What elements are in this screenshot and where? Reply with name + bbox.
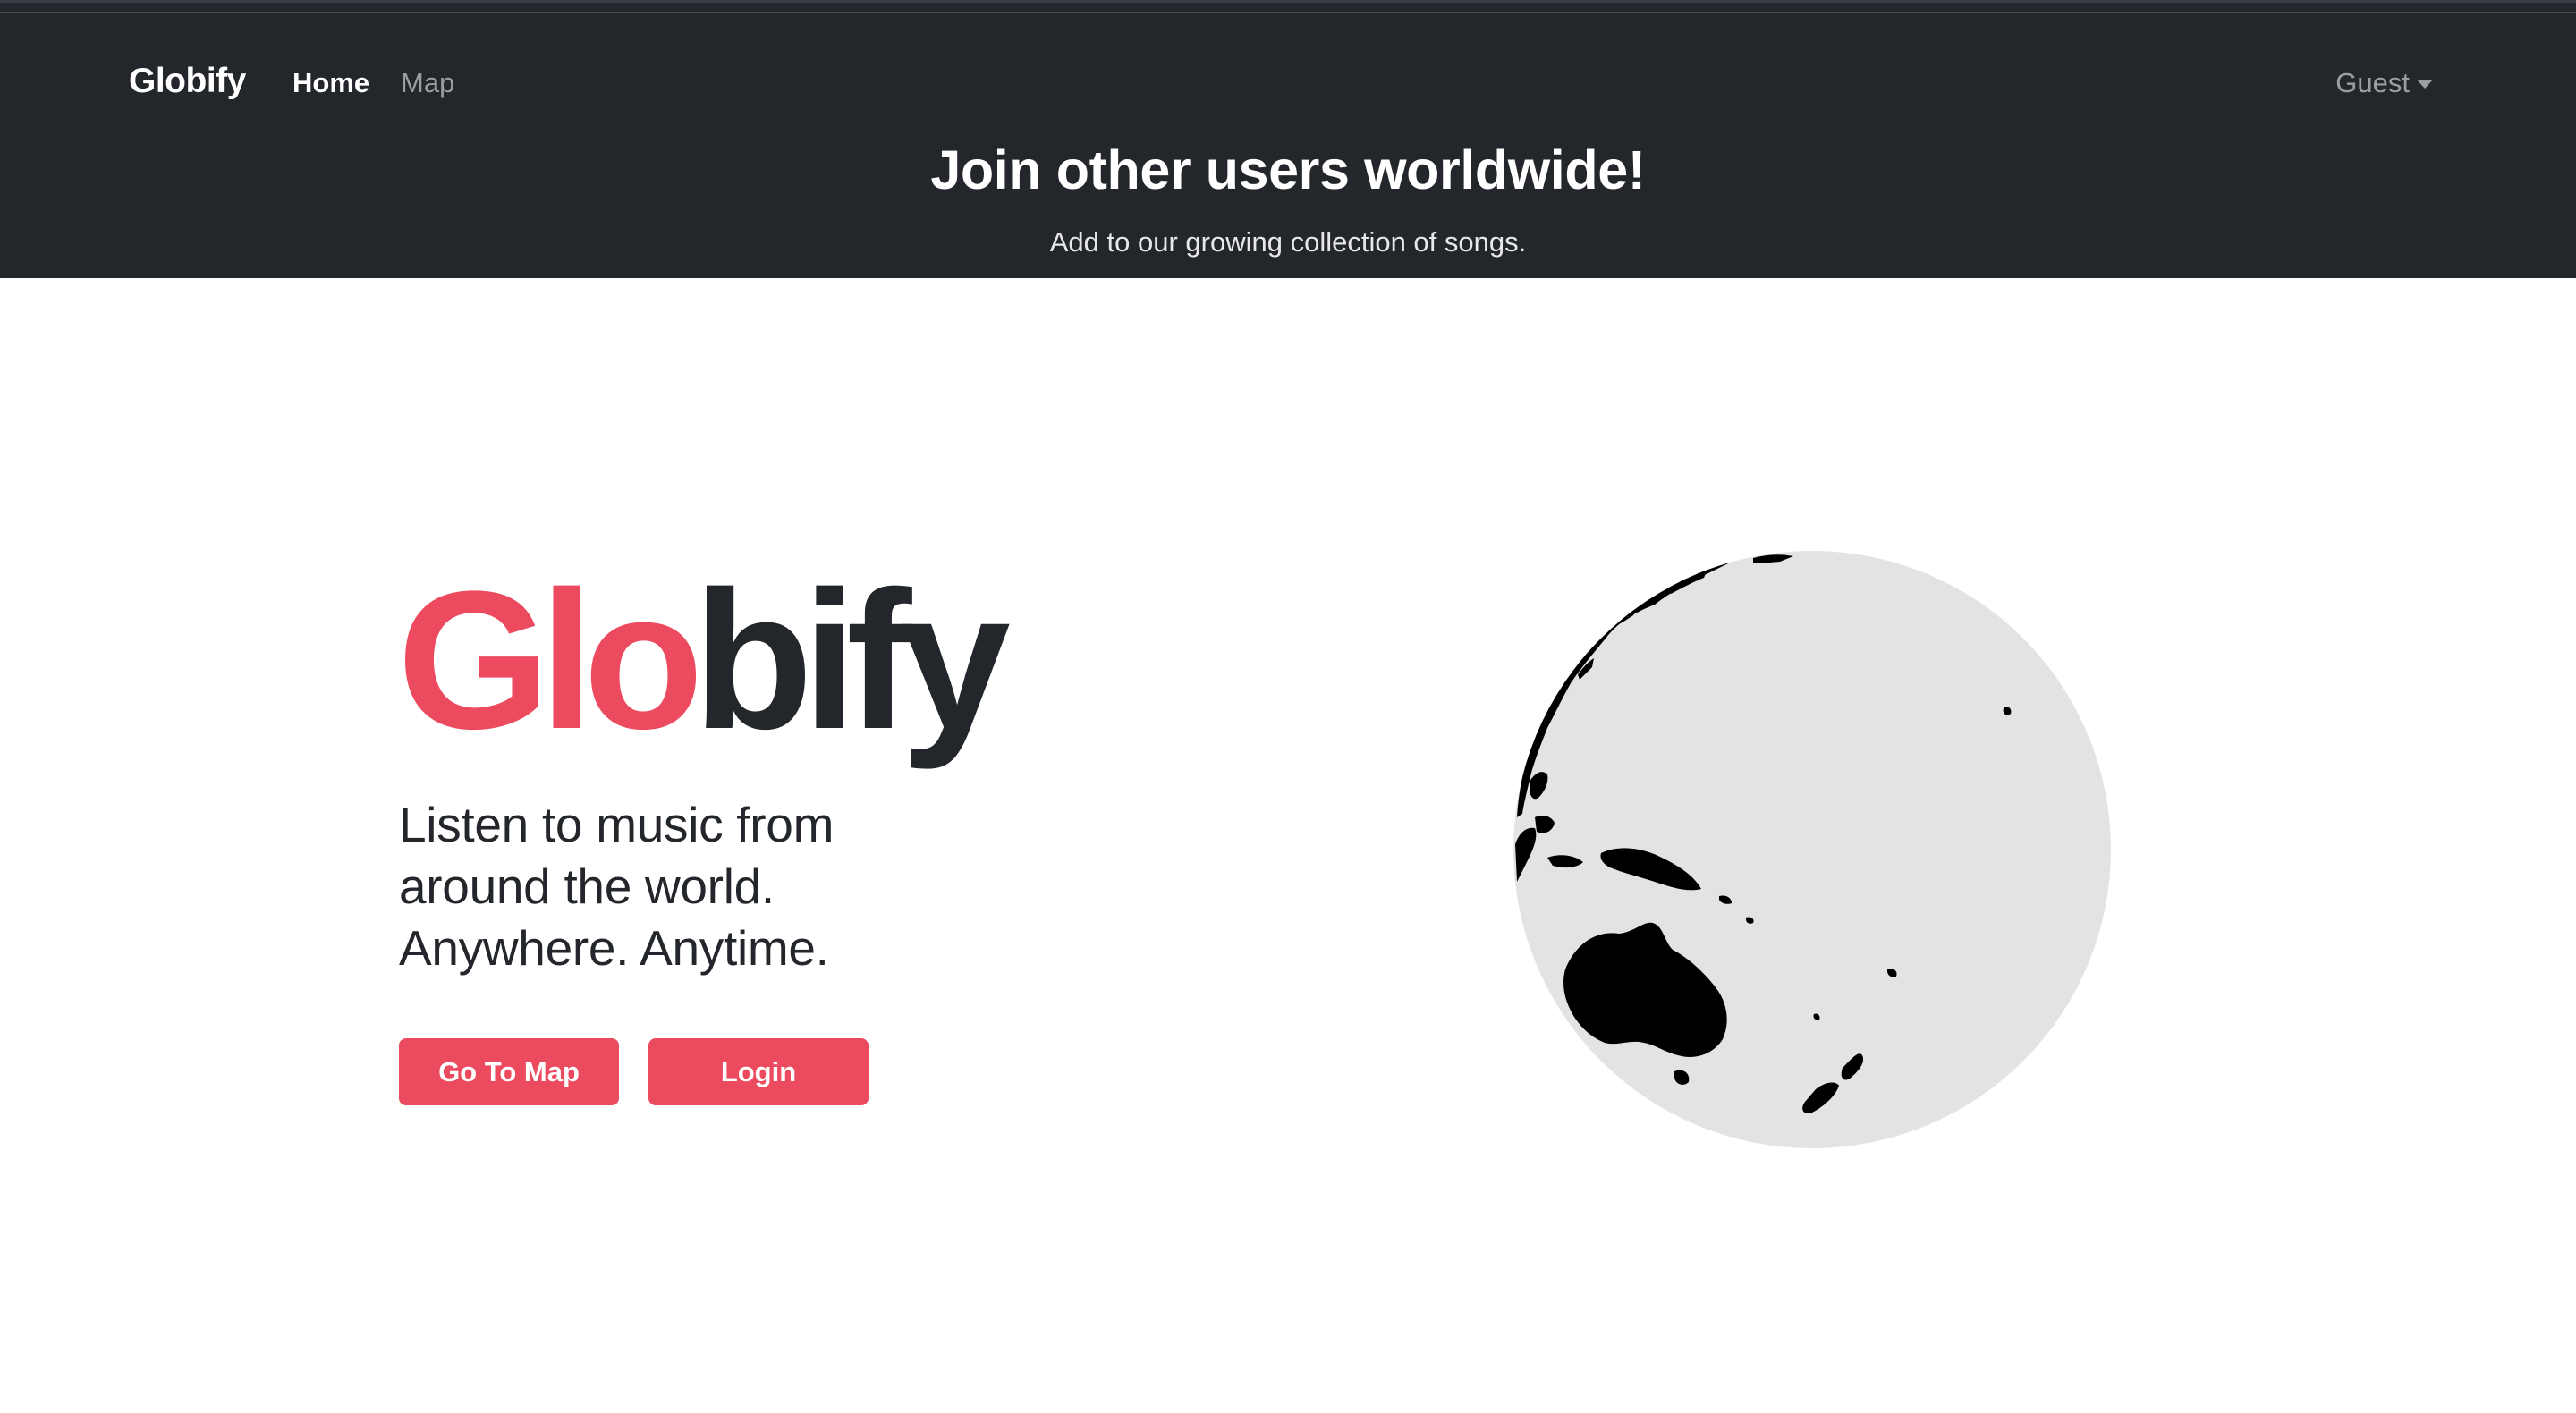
nav-link-home[interactable]: Home [292, 67, 369, 99]
navbar-brand[interactable]: Globify [129, 62, 246, 101]
tagline-line: around the world. [399, 859, 775, 914]
nav-link-map[interactable]: Map [401, 67, 454, 99]
top-divider [0, 12, 2576, 13]
hero-logo: Globify [397, 562, 1011, 758]
hero-logo-dark: bify [692, 550, 1011, 770]
hero-tagline: Listen to music from around the world. A… [399, 794, 1025, 979]
header: Globify Home Map Guest Join other users … [0, 0, 2576, 278]
header-subtitle: Add to our growing collection of songs. [1049, 226, 1527, 258]
globe-icon[interactable] [1512, 549, 2113, 1150]
tagline-line: Anywhere. Anytime. [399, 920, 829, 976]
page: Globify Home Map Guest Join other users … [0, 0, 2576, 1413]
header-title: Join other users worldwide! [930, 140, 1646, 200]
hero-logo-accent: Glo [397, 550, 704, 770]
user-dropdown[interactable]: Guest [2335, 67, 2433, 99]
login-button[interactable]: Login [648, 1038, 869, 1105]
tagline-line: Listen to music from [399, 797, 835, 852]
user-dropdown-label: Guest [2335, 67, 2410, 98]
caret-down-icon [2417, 80, 2433, 89]
go-to-map-button[interactable]: Go To Map [399, 1038, 619, 1105]
